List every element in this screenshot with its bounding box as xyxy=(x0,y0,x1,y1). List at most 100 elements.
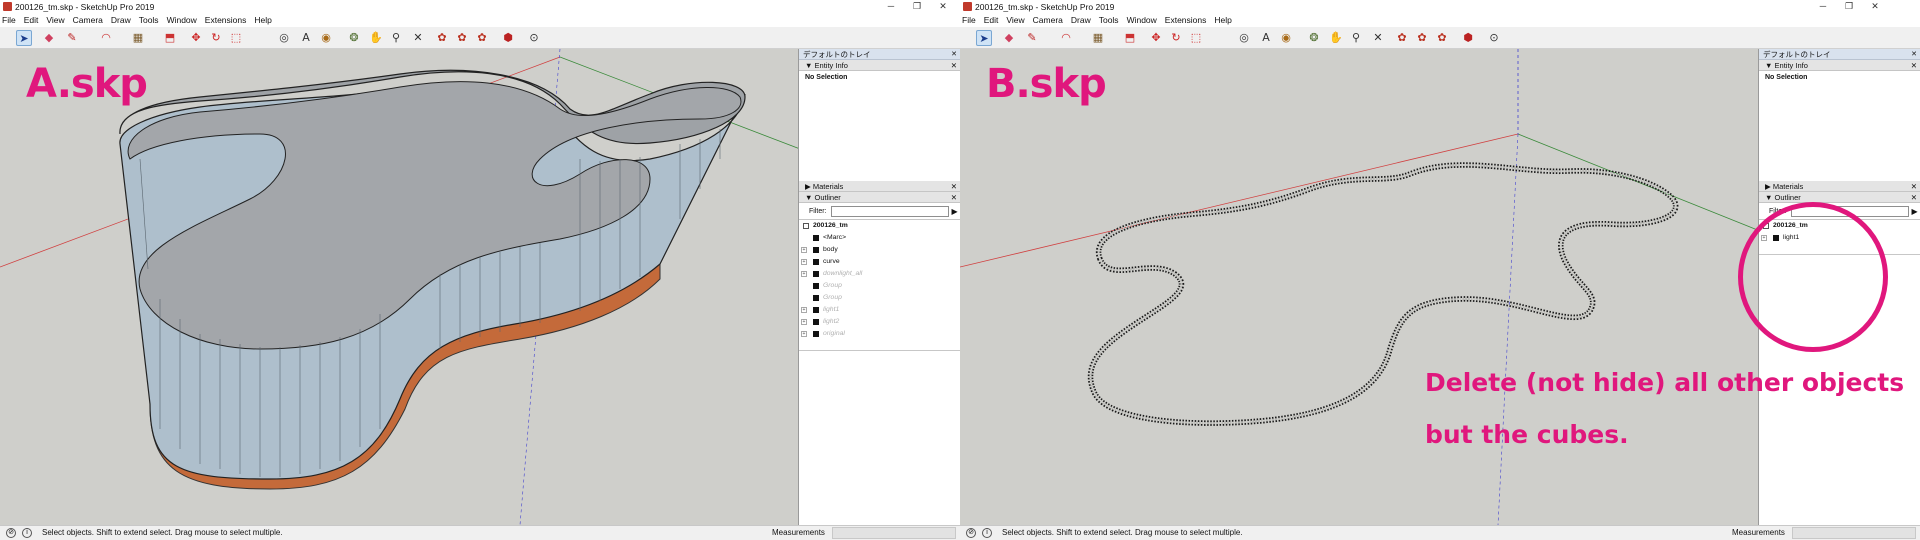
menu-edit[interactable]: Edit xyxy=(984,15,999,25)
menu-camera[interactable]: Camera xyxy=(73,15,103,25)
menu-view[interactable]: View xyxy=(46,15,64,25)
entity-info-header[interactable]: ▼ Entity Info ✕ xyxy=(1759,60,1920,71)
outliner-header[interactable]: ▼ Outliner ✕ xyxy=(1759,192,1920,203)
model-viewport-a[interactable]: A.skp xyxy=(0,49,798,525)
info-icon[interactable]: i xyxy=(982,528,992,538)
text-tool-icon[interactable]: A xyxy=(1258,30,1274,46)
materials-header[interactable]: ▶ Materials ✕ xyxy=(1759,181,1920,192)
scale-tool-icon[interactable]: ⬚ xyxy=(228,30,244,46)
push-pull-tool-icon[interactable]: ⬒ xyxy=(162,30,178,46)
select-tool-icon[interactable]: ➤ xyxy=(976,30,992,46)
share-model-icon[interactable]: ✿ xyxy=(474,30,490,46)
close-icon[interactable]: ✕ xyxy=(951,192,957,203)
push-pull-tool-icon[interactable]: ⬒ xyxy=(1122,30,1138,46)
share-model-icon[interactable]: ✿ xyxy=(1434,30,1450,46)
menu-help[interactable]: Help xyxy=(254,15,271,25)
outliner-item[interactable]: 200126_tm xyxy=(799,220,960,232)
expand-icon[interactable]: + xyxy=(801,259,807,265)
close-icon[interactable]: ✕ xyxy=(951,60,957,71)
menu-window[interactable]: Window xyxy=(1127,15,1157,25)
entity-info-header[interactable]: ▼ Entity Info ✕ xyxy=(799,60,960,71)
rotate-tool-icon[interactable]: ↻ xyxy=(1168,30,1184,46)
outliner-header[interactable]: ▼ Outliner ✕ xyxy=(799,192,960,203)
extension-warehouse-icon[interactable]: ✿ xyxy=(454,30,470,46)
outliner-item[interactable]: <Marc> xyxy=(799,232,960,244)
outliner-item[interactable]: Group xyxy=(799,292,960,304)
rotate-tool-icon[interactable]: ↻ xyxy=(208,30,224,46)
eraser-tool-icon[interactable]: ◆ xyxy=(41,30,57,46)
warehouse-icon[interactable]: ✿ xyxy=(1394,30,1410,46)
geo-location-icon[interactable]: ⊘ xyxy=(966,528,976,538)
menu-tools[interactable]: Tools xyxy=(139,15,159,25)
expand-icon[interactable]: + xyxy=(801,331,807,337)
menu-camera[interactable]: Camera xyxy=(1033,15,1063,25)
minimize-icon[interactable]: ─ xyxy=(1810,0,1836,13)
zoom-tool-icon[interactable]: ⚲ xyxy=(1348,30,1364,46)
close-icon[interactable]: ✕ xyxy=(1862,0,1888,13)
close-icon[interactable]: ✕ xyxy=(930,0,956,13)
outliner-item[interactable]: Group xyxy=(799,280,960,292)
close-icon[interactable]: ✕ xyxy=(1911,192,1917,203)
warehouse-icon[interactable]: ✿ xyxy=(434,30,450,46)
zoom-tool-icon[interactable]: ⚲ xyxy=(388,30,404,46)
menu-extensions[interactable]: Extensions xyxy=(205,15,247,25)
move-tool-icon[interactable]: ✥ xyxy=(188,30,204,46)
scale-tool-icon[interactable]: ⬚ xyxy=(1188,30,1204,46)
outliner-options-icon[interactable]: ▶ xyxy=(1912,207,1918,216)
geo-location-icon[interactable]: ⊘ xyxy=(6,528,16,538)
close-icon[interactable]: ✕ xyxy=(1911,60,1917,71)
paint-bucket-icon[interactable]: ◉ xyxy=(1278,30,1294,46)
close-icon[interactable]: ✕ xyxy=(951,181,957,192)
outliner-item[interactable]: + light1 xyxy=(799,304,960,316)
pan-tool-icon[interactable]: ✋ xyxy=(368,30,384,46)
menu-help[interactable]: Help xyxy=(1214,15,1231,25)
outliner-options-icon[interactable]: ▶ xyxy=(952,207,958,216)
outliner-item[interactable]: + body xyxy=(799,244,960,256)
measurements-box[interactable] xyxy=(1792,527,1916,539)
orbit-tool-icon[interactable]: ❂ xyxy=(346,30,362,46)
menu-draw[interactable]: Draw xyxy=(1071,15,1091,25)
measurements-box[interactable] xyxy=(832,527,956,539)
minimize-icon[interactable]: ─ xyxy=(878,0,904,13)
extension-manager-icon[interactable]: ⬢ xyxy=(1460,30,1476,46)
filter-input[interactable] xyxy=(830,205,949,217)
extension-warehouse-icon[interactable]: ✿ xyxy=(1414,30,1430,46)
outliner-item[interactable]: + original xyxy=(799,328,960,340)
expand-icon[interactable]: + xyxy=(801,271,807,277)
menu-draw[interactable]: Draw xyxy=(111,15,131,25)
pan-tool-icon[interactable]: ✋ xyxy=(1328,30,1344,46)
paint-bucket-icon[interactable]: ◉ xyxy=(318,30,334,46)
rectangle-tool-icon[interactable]: ▦ xyxy=(130,30,146,46)
zoom-extents-icon[interactable]: ✕ xyxy=(1370,30,1386,46)
outliner-item[interactable]: + curve xyxy=(799,256,960,268)
info-icon[interactable]: i xyxy=(22,528,32,538)
menu-file[interactable]: File xyxy=(2,15,16,25)
menu-view[interactable]: View xyxy=(1006,15,1024,25)
text-tool-icon[interactable]: A xyxy=(298,30,314,46)
menu-edit[interactable]: Edit xyxy=(24,15,39,25)
account-icon[interactable]: ⊙ xyxy=(1486,30,1502,46)
menu-extensions[interactable]: Extensions xyxy=(1165,15,1207,25)
maximize-icon[interactable]: ❐ xyxy=(904,0,930,13)
tape-measure-icon[interactable]: ◎ xyxy=(1236,30,1252,46)
outliner-item[interactable]: + light2 xyxy=(799,316,960,328)
pencil-tool-icon[interactable]: ✎ xyxy=(64,30,80,46)
orbit-tool-icon[interactable]: ❂ xyxy=(1306,30,1322,46)
menu-tools[interactable]: Tools xyxy=(1099,15,1119,25)
expand-icon[interactable]: + xyxy=(801,319,807,325)
extension-manager-icon[interactable]: ⬢ xyxy=(500,30,516,46)
move-tool-icon[interactable]: ✥ xyxy=(1148,30,1164,46)
menu-file[interactable]: File xyxy=(962,15,976,25)
pencil-tool-icon[interactable]: ✎ xyxy=(1024,30,1040,46)
expand-icon[interactable]: + xyxy=(801,247,807,253)
zoom-extents-icon[interactable]: ✕ xyxy=(410,30,426,46)
eraser-tool-icon[interactable]: ◆ xyxy=(1001,30,1017,46)
close-icon[interactable]: ✕ xyxy=(1911,49,1917,60)
maximize-icon[interactable]: ❐ xyxy=(1836,0,1862,13)
expand-icon[interactable]: + xyxy=(801,307,807,313)
tape-measure-icon[interactable]: ◎ xyxy=(276,30,292,46)
outliner-item[interactable]: + downlight_all xyxy=(799,268,960,280)
arc-tool-icon[interactable]: ◠ xyxy=(98,30,114,46)
close-icon[interactable]: ✕ xyxy=(1911,181,1917,192)
rectangle-tool-icon[interactable]: ▦ xyxy=(1090,30,1106,46)
